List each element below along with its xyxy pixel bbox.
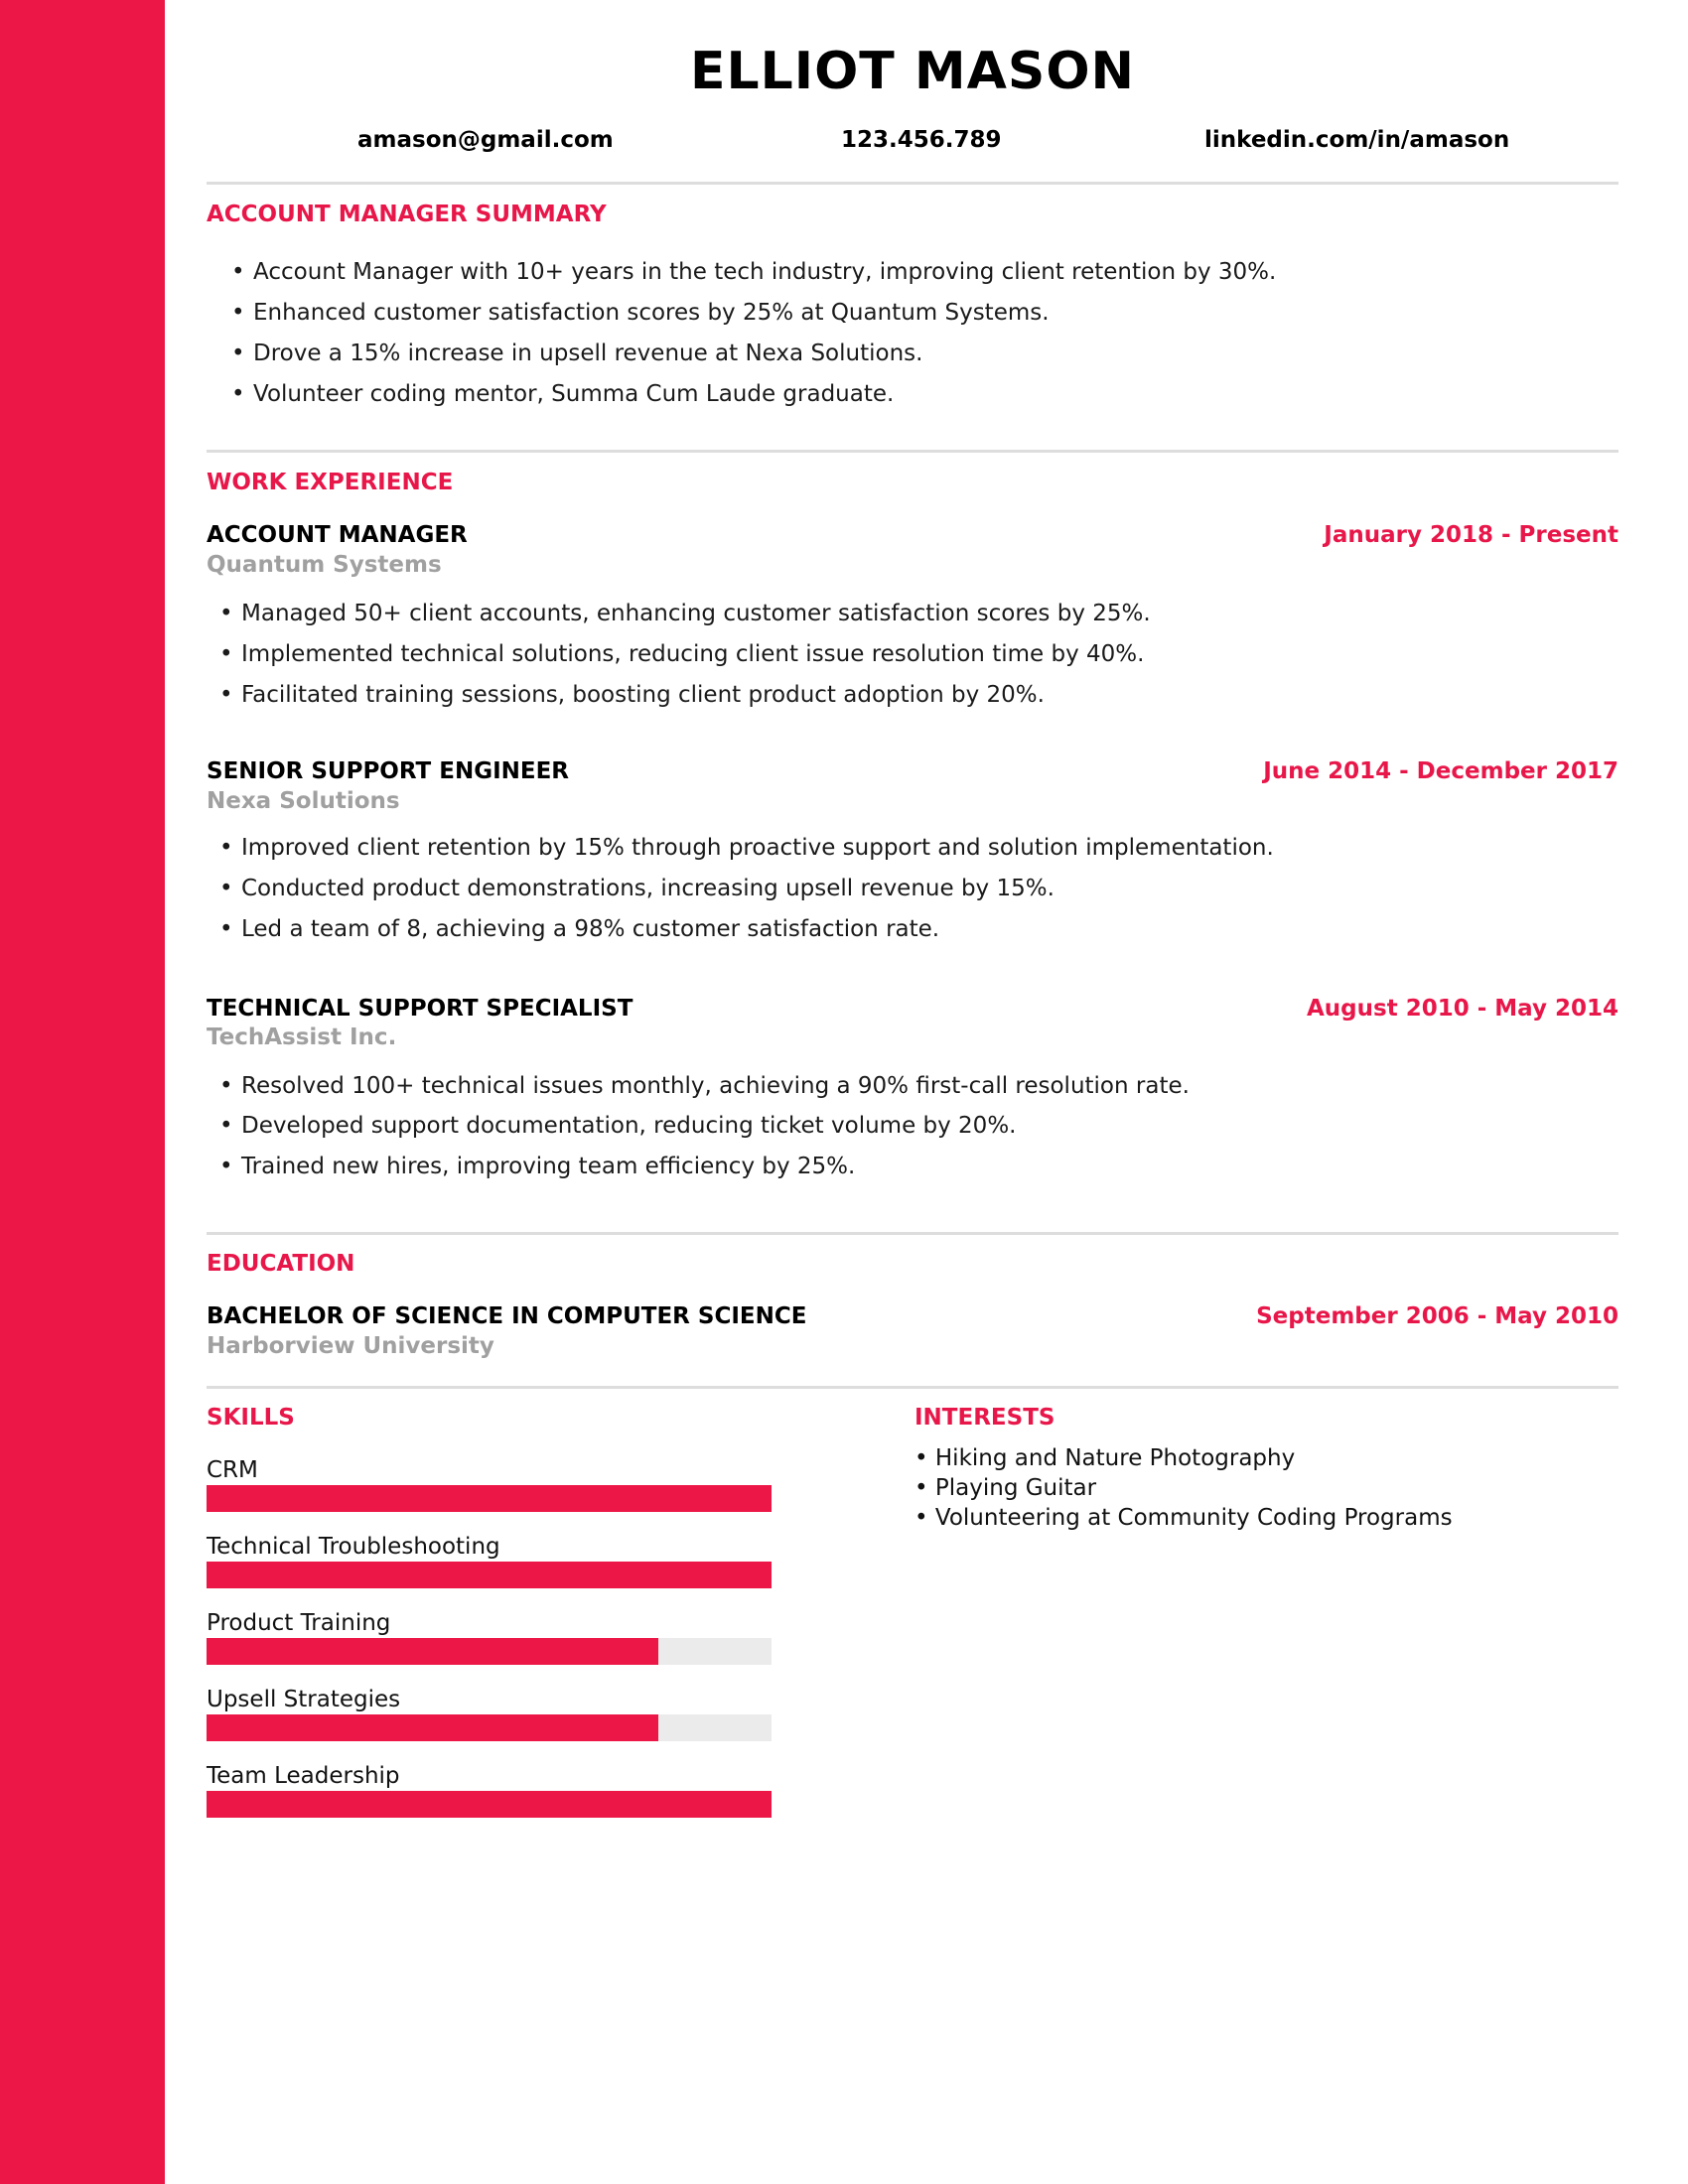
- contact-linkedin[interactable]: linkedin.com/in/amason: [1204, 125, 1509, 155]
- divider: [207, 1386, 1618, 1389]
- job-bullet: Resolved 100+ technical issues monthly, …: [241, 1073, 1190, 1099]
- bullet-dot: •: [219, 682, 233, 708]
- bullet-dot: •: [914, 1475, 928, 1501]
- bullet-dot: •: [219, 1113, 233, 1139]
- skill-bar: [207, 1638, 772, 1665]
- summary-item: Volunteer coding mentor, Summa Cum Laude…: [253, 381, 895, 407]
- job-bullet: Conducted product demonstrations, increa…: [241, 876, 1055, 901]
- work-heading: WORK EXPERIENCE: [207, 470, 454, 495]
- job-bullet: Trained new hires, improving team effici…: [241, 1154, 856, 1179]
- education-dates: September 2006 - May 2010: [1256, 1303, 1618, 1329]
- interest-label: Volunteering at Community Coding Program…: [934, 1505, 1453, 1531]
- skill-bar-fill: [207, 1485, 772, 1512]
- bullet-dot: •: [219, 876, 233, 901]
- job-bullet: Implemented technical solutions, reducin…: [241, 641, 1145, 667]
- bullet-dot: •: [231, 341, 245, 366]
- bullet-dot: •: [231, 300, 245, 326]
- job-bullet: Improved client retention by 15% through…: [241, 835, 1274, 861]
- summary-item: Account Manager with 10+ years in the te…: [253, 259, 1277, 285]
- job-company: TechAssist Inc.: [207, 1024, 397, 1050]
- job-bullet: Facilitated training sessions, boosting …: [241, 682, 1045, 708]
- bullet-dot: •: [219, 1073, 233, 1099]
- job-dates: August 2010 - May 2014: [1307, 996, 1618, 1022]
- divider: [207, 182, 1618, 185]
- degree: BACHELOR OF SCIENCE IN COMPUTER SCIENCE: [207, 1303, 807, 1329]
- job-title: ACCOUNT MANAGER: [207, 522, 468, 548]
- accent-sidebar: [0, 0, 165, 2184]
- skill-label: Upsell Strategies: [207, 1687, 401, 1712]
- skill-bar-fill: [207, 1638, 659, 1665]
- skill-bar: [207, 1714, 772, 1741]
- skill-label: Technical Troubleshooting: [207, 1534, 500, 1560]
- bullet-dot: •: [231, 381, 245, 407]
- bullet-dot: •: [914, 1505, 928, 1531]
- contact-email[interactable]: amason@gmail.com: [357, 125, 614, 155]
- job-dates: June 2014 - December 2017: [1263, 758, 1618, 784]
- skill-bar: [207, 1485, 772, 1512]
- contact-phone[interactable]: 123.456.789: [841, 125, 1002, 155]
- job-dates: January 2018 - Present: [1324, 522, 1618, 548]
- skill-label: CRM: [207, 1457, 258, 1483]
- summary-heading: ACCOUNT MANAGER SUMMARY: [207, 202, 607, 227]
- skill-bar-fill: [207, 1714, 659, 1741]
- summary-item: Enhanced customer satisfaction scores by…: [253, 300, 1050, 326]
- divider: [207, 450, 1618, 453]
- job-bullet: Led a team of 8, achieving a 98% custome…: [241, 916, 940, 942]
- divider: [207, 1232, 1618, 1235]
- job-company: Quantum Systems: [207, 552, 442, 578]
- bullet-dot: •: [231, 259, 245, 285]
- bullet-dot: •: [219, 601, 233, 626]
- job-title: SENIOR SUPPORT ENGINEER: [207, 758, 570, 784]
- bullet-dot: •: [219, 916, 233, 942]
- bullet-dot: •: [219, 1154, 233, 1179]
- skill-bar-fill: [207, 1791, 772, 1818]
- skill-bar: [207, 1791, 772, 1818]
- summary-item: Drove a 15% increase in upsell revenue a…: [253, 341, 923, 366]
- interests-heading: INTERESTS: [914, 1405, 1055, 1431]
- skills-heading: SKILLS: [207, 1405, 295, 1431]
- education-heading: EDUCATION: [207, 1251, 355, 1277]
- interest-item: • Volunteering at Community Coding Progr…: [914, 1504, 1453, 1532]
- candidate-name: ELLIOT MASON: [689, 42, 1136, 101]
- skill-bar-fill: [207, 1562, 772, 1588]
- job-title: TECHNICAL SUPPORT SPECIALIST: [207, 996, 633, 1022]
- bullet-dot: •: [219, 835, 233, 861]
- job-company: Nexa Solutions: [207, 788, 400, 814]
- bullet-dot: •: [219, 641, 233, 667]
- interest-item: • Hiking and Nature Photography: [914, 1444, 1295, 1472]
- skill-label: Product Training: [207, 1610, 391, 1636]
- interest-label: Playing Guitar: [934, 1475, 1097, 1501]
- school: Harborview University: [207, 1333, 494, 1359]
- job-bullet: Developed support documentation, reducin…: [241, 1113, 1017, 1139]
- interest-label: Hiking and Nature Photography: [934, 1445, 1296, 1471]
- interest-item: • Playing Guitar: [914, 1474, 1096, 1502]
- skill-bar: [207, 1562, 772, 1588]
- skill-label: Team Leadership: [207, 1763, 400, 1789]
- bullet-dot: •: [914, 1445, 928, 1471]
- job-bullet: Managed 50+ client accounts, enhancing c…: [241, 601, 1151, 626]
